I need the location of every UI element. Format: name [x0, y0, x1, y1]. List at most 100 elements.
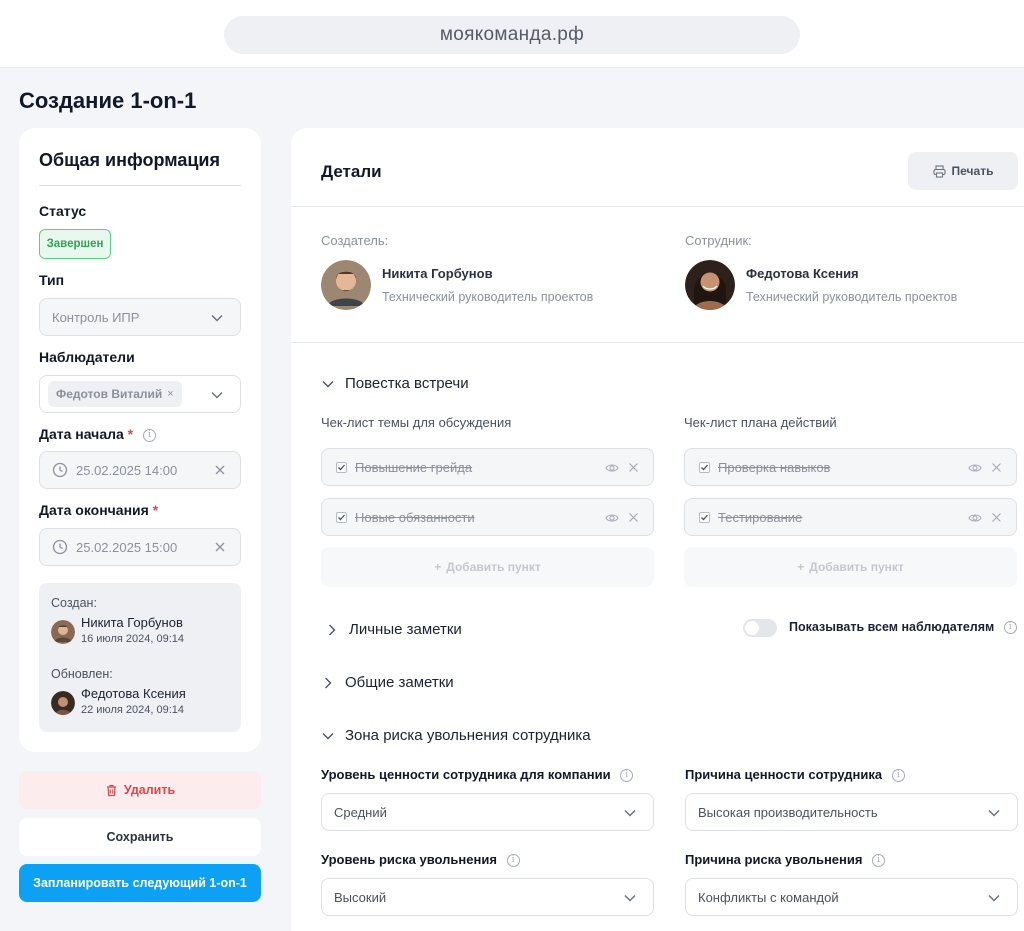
topic-item-text: Повышение грейда	[355, 459, 473, 475]
required-mark: *	[152, 502, 159, 518]
employee-role: Технический руководитель проектов	[746, 290, 958, 304]
divider	[291, 342, 1024, 343]
employee-name: Федотова Ксения	[746, 266, 859, 281]
type-select-value: Контроль ИПР	[52, 309, 140, 325]
value-level-label: Уровень ценности сотрудника для компании…	[321, 767, 634, 783]
checkbox[interactable]	[699, 461, 710, 473]
agenda-title: Повестка встречи	[345, 375, 469, 392]
checkbox[interactable]	[699, 511, 710, 523]
info-icon[interactable]: i	[620, 769, 634, 783]
employee-label: Сотрудник:	[685, 233, 752, 248]
value-reason-value: Высокая производительность	[698, 804, 878, 820]
risk-reason-value: Конфликты с командой	[698, 889, 839, 905]
check-icon	[701, 514, 708, 520]
info-icon[interactable]: i	[1003, 621, 1017, 635]
add-action-button[interactable]: + Добавить пункт	[684, 547, 1017, 587]
updated-row: Федотова Ксения 22 июля 2024, 09:14	[51, 686, 186, 716]
end-date-field[interactable]: 25.02.2025 15:00	[39, 528, 241, 566]
info-icon[interactable]: i	[506, 854, 520, 868]
topics-label: Чек-лист темы для обсуждения	[321, 415, 512, 430]
print-button-label: Печать	[951, 164, 994, 178]
delete-button-label: Удалить	[123, 783, 176, 797]
general-info-title: Общая информация	[39, 150, 220, 170]
check-icon	[338, 464, 345, 470]
observers-select[interactable]: Федотов Виталий ×	[39, 375, 241, 413]
topic-item[interactable]: Новые обязанности	[321, 498, 654, 536]
checkbox[interactable]	[336, 511, 347, 523]
end-date-label-text: Дата окончания	[39, 502, 149, 518]
action-item-text: Тестирование	[718, 509, 803, 525]
value-level-value: Средний	[334, 804, 387, 820]
check-icon	[338, 514, 345, 520]
risk-level-select[interactable]: Высокий	[321, 878, 654, 916]
eye-icon[interactable]	[968, 461, 982, 475]
clear-icon[interactable]	[214, 541, 226, 553]
add-topic-label: Добавить пункт	[446, 560, 541, 574]
shared-notes-toggle[interactable]: Общие заметки	[321, 674, 454, 691]
risk-reason-select[interactable]: Конфликты с командой	[685, 878, 1018, 916]
clear-icon[interactable]	[214, 464, 226, 476]
created-row: Никита Горбунов 16 июля 2024, 09:14	[51, 615, 184, 645]
value-reason-label-text: Причина ценности сотрудника	[685, 767, 883, 782]
avatar	[685, 260, 735, 310]
agenda-section-toggle[interactable]: Повестка встречи	[321, 375, 469, 392]
personal-notes-toggle[interactable]: Личные заметки	[325, 621, 462, 638]
eye-icon[interactable]	[605, 511, 619, 525]
close-icon[interactable]	[628, 512, 639, 523]
eye-icon[interactable]	[605, 461, 619, 475]
value-reason-label: Причина ценности сотрудника i	[685, 767, 905, 783]
print-button[interactable]: Печать	[908, 152, 1018, 190]
observer-chip-label: Федотов Виталий	[56, 387, 163, 401]
chip-remove-icon[interactable]: ×	[167, 388, 173, 400]
close-icon[interactable]	[991, 512, 1002, 523]
chevron-down-icon	[624, 809, 636, 817]
general-info-card: Общая информация Статус Завершен Тип Кон…	[19, 128, 261, 752]
add-action-label: Добавить пункт	[809, 560, 904, 574]
details-title: Детали	[321, 162, 382, 181]
info-icon[interactable]: i	[143, 428, 157, 442]
show-observers-toggle[interactable]	[743, 619, 777, 637]
avatar	[51, 691, 75, 715]
status-label: Статус	[39, 203, 87, 219]
creator-name: Никита Горбунов	[382, 266, 493, 281]
show-observers-label-text: Показывать всем наблюдателям	[789, 620, 995, 634]
action-item[interactable]: Тестирование	[684, 498, 1017, 536]
browser-bar: моякоманда.рф	[0, 0, 1024, 68]
checkbox[interactable]	[336, 461, 347, 473]
close-icon[interactable]	[628, 462, 639, 473]
details-card: Детали Печать Создатель: Никита Горбунов…	[291, 128, 1024, 931]
created-by-name: Никита Горбунов	[81, 615, 183, 630]
value-reason-select[interactable]: Высокая производительность	[685, 793, 1018, 831]
chevron-right-icon	[325, 677, 332, 688]
info-icon[interactable]: i	[872, 854, 886, 868]
value-level-label-text: Уровень ценности сотрудника для компании	[321, 767, 611, 782]
observers-label: Наблюдатели	[39, 349, 135, 365]
check-icon	[701, 464, 708, 470]
clock-icon	[52, 539, 68, 555]
risk-reason-label: Причина риска увольнения i	[685, 852, 886, 868]
required-mark: *	[127, 426, 134, 442]
info-icon[interactable]: i	[891, 769, 905, 783]
chevron-down-icon	[322, 380, 334, 387]
save-button[interactable]: Сохранить	[19, 818, 261, 856]
action-item[interactable]: Проверка навыков	[684, 448, 1017, 486]
url-field[interactable]: моякоманда.рф	[224, 16, 800, 54]
close-icon[interactable]	[991, 462, 1002, 473]
eye-icon[interactable]	[968, 511, 982, 525]
plan-next-button[interactable]: Запланировать следующий 1-on-1	[19, 864, 261, 902]
risk-section-toggle[interactable]: Зона риска увольнения сотрудника	[321, 727, 591, 744]
start-date-field[interactable]: 25.02.2025 14:00	[39, 451, 241, 489]
end-date-label: Дата окончания *	[39, 502, 158, 518]
chevron-down-icon	[624, 894, 636, 902]
add-topic-button[interactable]: + Добавить пункт	[321, 547, 654, 587]
type-select[interactable]: Контроль ИПР	[39, 298, 241, 336]
chevron-right-icon	[329, 624, 336, 635]
personal-notes-title: Личные заметки	[349, 621, 462, 638]
topic-item[interactable]: Повышение грейда	[321, 448, 654, 486]
action-item-text: Проверка навыков	[718, 459, 831, 475]
plus-icon: +	[434, 560, 442, 574]
delete-button[interactable]: Удалить	[19, 771, 261, 809]
value-level-select[interactable]: Средний	[321, 793, 654, 831]
avatar	[321, 260, 371, 310]
plus-icon: +	[797, 560, 805, 574]
